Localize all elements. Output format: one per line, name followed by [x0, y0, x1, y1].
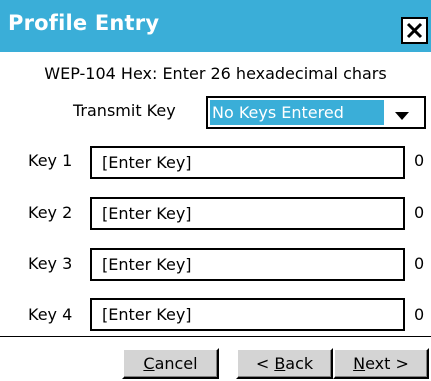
key-1-input[interactable]: [Enter Key]	[90, 146, 405, 179]
transmit-key-label: Transmit Key	[73, 101, 176, 120]
key-3-input[interactable]: [Enter Key]	[90, 248, 405, 281]
window-title: Profile Entry	[8, 11, 160, 35]
key-1-char-count: 0	[414, 151, 425, 170]
next-button[interactable]: Next >	[333, 348, 429, 379]
cancel-mnemonic: C	[143, 354, 155, 373]
transmit-key-dropdown[interactable]: No Keys Entered	[206, 96, 426, 129]
back-prefix: <	[255, 354, 275, 373]
back-label-rest: ack	[285, 354, 314, 373]
key-4-label: Key 4	[28, 305, 73, 324]
key-2-char-count: 0	[414, 203, 425, 222]
back-button[interactable]: < Back	[236, 348, 333, 379]
profile-entry-dialog: Profile Entry WEP-104 Hex: Enter 26 hexa…	[0, 0, 431, 381]
chevron-down-icon[interactable]	[392, 105, 412, 125]
title-bar: Profile Entry	[0, 0, 431, 52]
key-2-label: Key 2	[28, 203, 73, 222]
transmit-key-selected-value: No Keys Entered	[210, 100, 384, 125]
key-3-label: Key 3	[28, 254, 73, 273]
key-4-char-count: 0	[414, 305, 425, 324]
next-label-rest: ext >	[365, 354, 409, 373]
close-icon	[406, 22, 423, 39]
key-2-input[interactable]: [Enter Key]	[90, 197, 405, 230]
wep-format-hint: WEP-104 Hex: Enter 26 hexadecimal chars	[44, 64, 387, 83]
next-mnemonic: N	[353, 354, 366, 373]
key-1-label: Key 1	[28, 151, 73, 170]
cancel-label-rest: ancel	[154, 354, 198, 373]
footer-divider	[0, 336, 431, 337]
cancel-button[interactable]: Cancel	[122, 348, 219, 379]
key-3-char-count: 0	[414, 254, 425, 273]
key-4-input[interactable]: [Enter Key]	[90, 298, 405, 331]
back-mnemonic: B	[274, 354, 286, 373]
close-button[interactable]	[401, 17, 428, 44]
